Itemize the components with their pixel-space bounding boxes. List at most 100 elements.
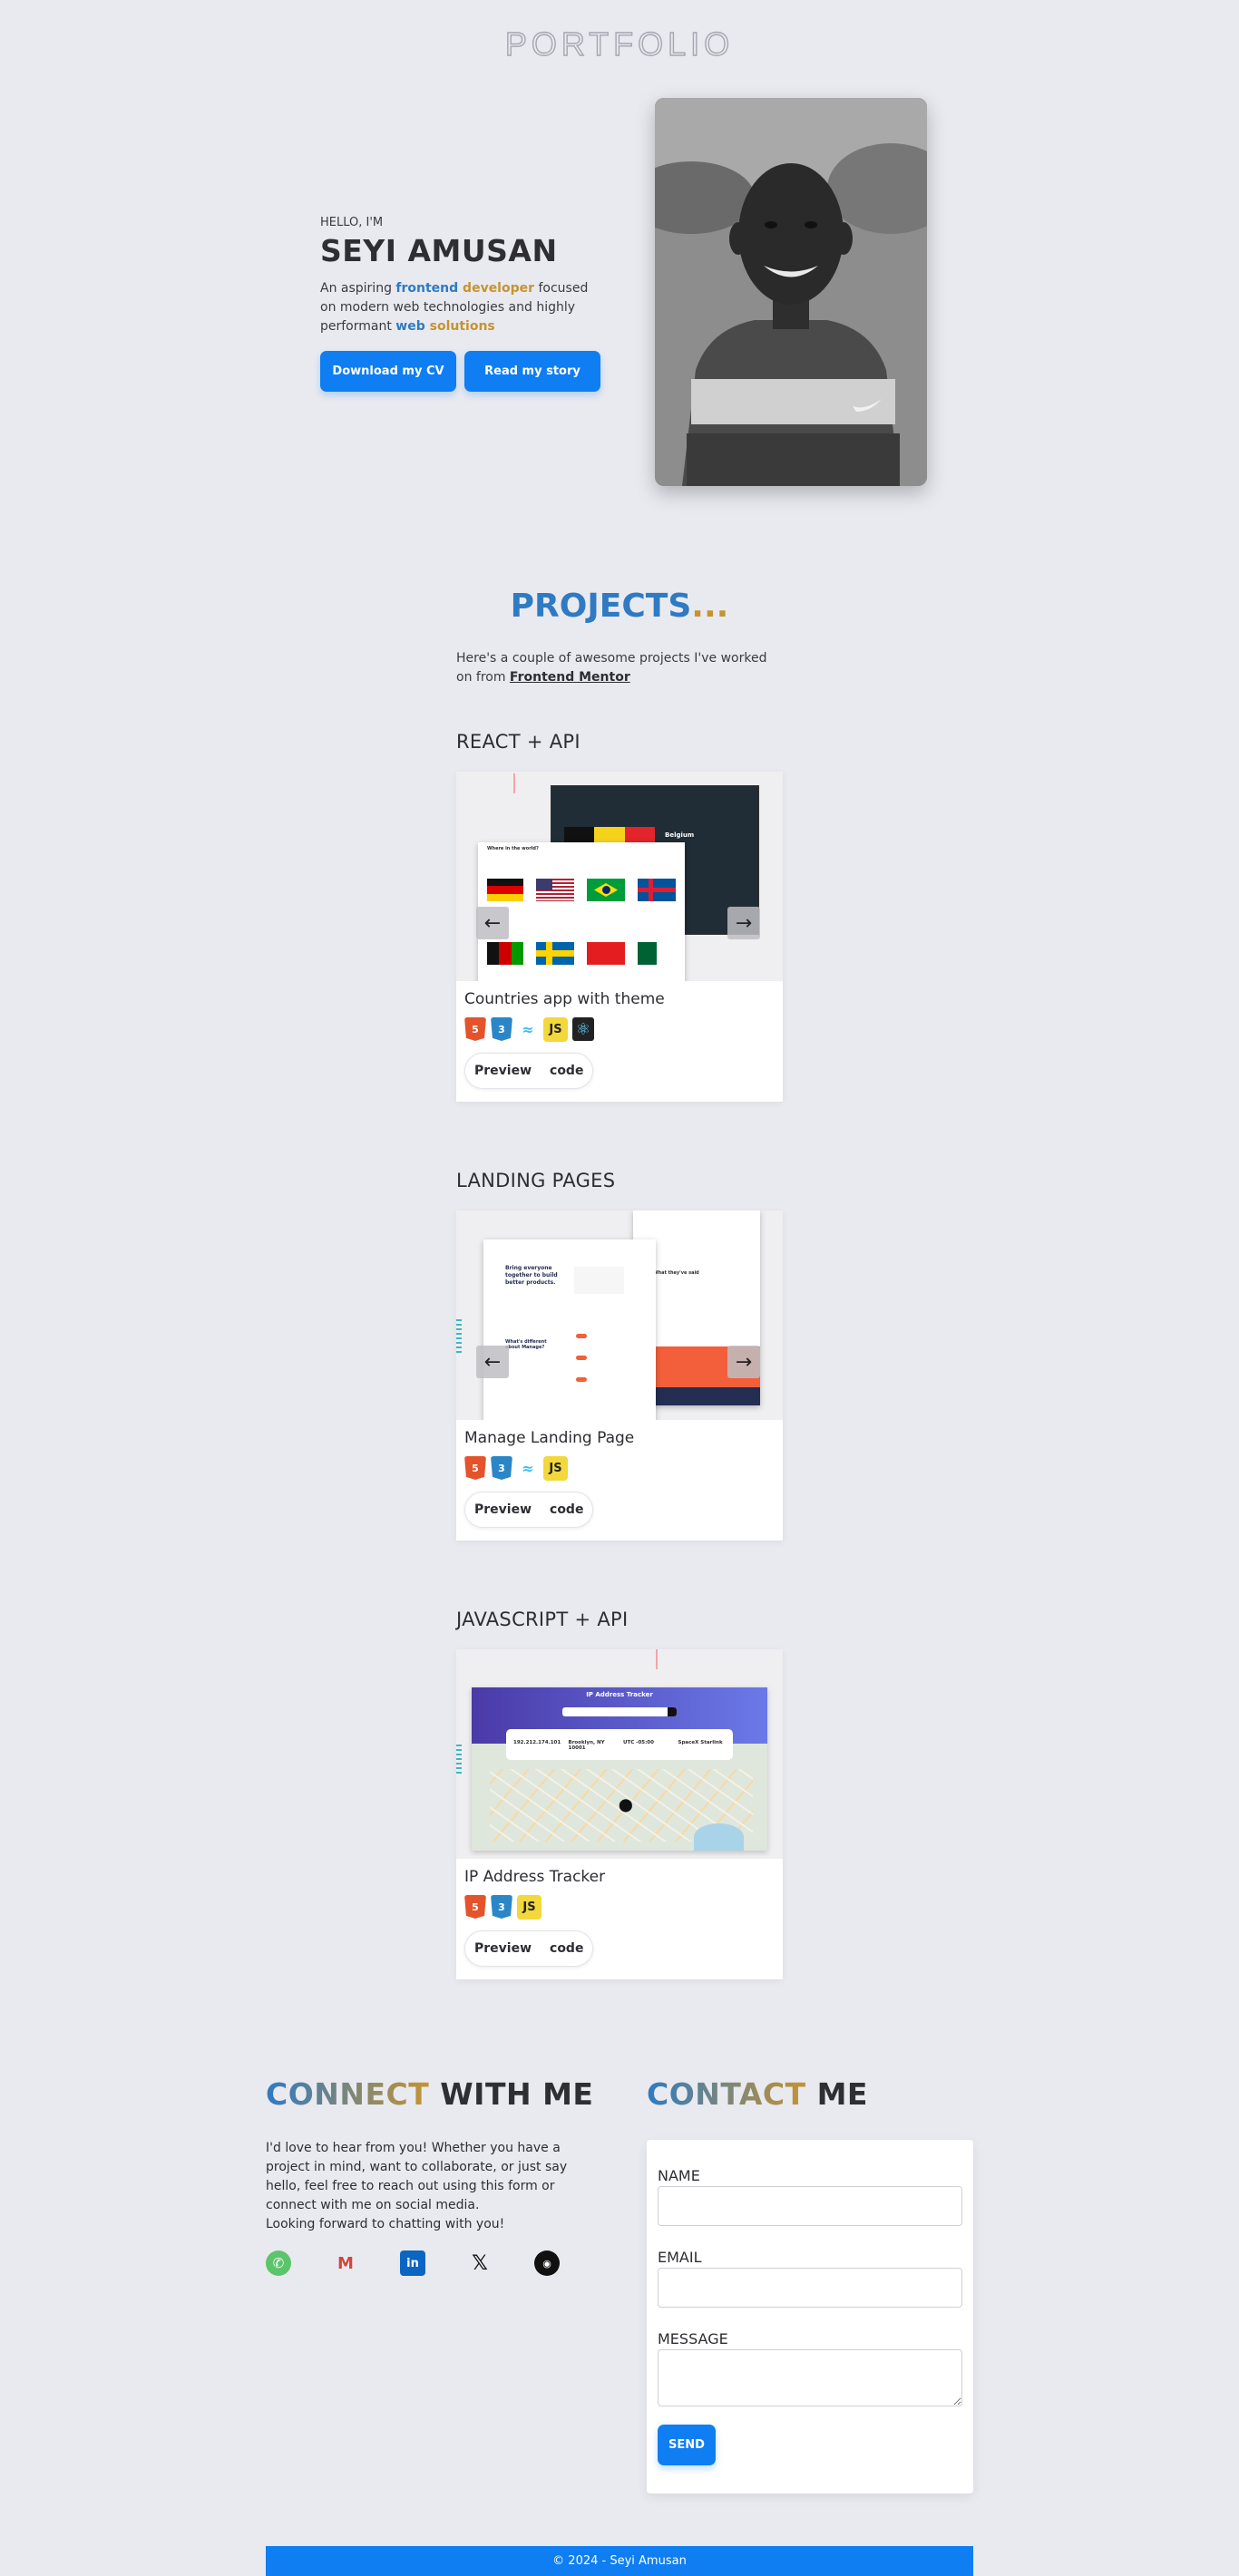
download-cv-button[interactable]: Download my CV bbox=[320, 351, 456, 392]
afghanistan-flag bbox=[487, 942, 523, 965]
preview-button[interactable]: Preview bbox=[465, 1931, 541, 1966]
countries-header: Where in the world? bbox=[487, 846, 539, 851]
category-title-react-api: REACT + API bbox=[456, 731, 580, 753]
arrow-right-icon: → bbox=[735, 1350, 753, 1374]
project-card-countries: Belgium Where in the world? ← → Countrie… bbox=[456, 772, 783, 1102]
html5-icon: 5 bbox=[464, 1895, 486, 1919]
manage-left-mock: Bring everyone together to build better … bbox=[483, 1239, 656, 1420]
gmail-icon[interactable]: M bbox=[333, 2250, 358, 2276]
code-button[interactable]: code bbox=[541, 1054, 592, 1088]
decorative-line bbox=[513, 773, 515, 793]
preview-button[interactable]: Preview bbox=[465, 1054, 541, 1088]
portfolio-logo: PORTFOLIO bbox=[504, 24, 735, 63]
manage-step-badge bbox=[576, 1377, 587, 1382]
hero-intro: HELLO, I'M SEYI AMUSAN An aspiring front… bbox=[320, 216, 610, 392]
profile-photo-illustration bbox=[655, 98, 927, 486]
carousel-next-button[interactable]: → bbox=[727, 907, 760, 939]
code-button[interactable]: code bbox=[541, 1492, 592, 1527]
project-title: IP Address Tracker bbox=[464, 1868, 606, 1886]
connect-text: I'd love to hear from you! Whether you h… bbox=[266, 2139, 583, 2234]
github-icon[interactable]: ◉ bbox=[534, 2250, 560, 2276]
ip-tracker-title: IP Address Tracker bbox=[586, 1691, 653, 1698]
countries-light-mock: Where in the world? bbox=[478, 842, 685, 981]
projects-heading: PROJECTS... bbox=[510, 588, 729, 625]
tech-stack: 5 3 JS bbox=[464, 1895, 775, 1920]
html5-icon: 5 bbox=[464, 1017, 486, 1041]
connect-heading: CONNECT WITH ME bbox=[266, 2076, 594, 2112]
tailwind-icon: ≈ bbox=[522, 1020, 534, 1038]
usa-flag bbox=[536, 879, 574, 901]
hero-buttons: Download my CV Read my story bbox=[320, 351, 610, 392]
tailwind-icon: ≈ bbox=[522, 1459, 534, 1477]
decorative-dots bbox=[456, 1745, 462, 1776]
css3-icon: 3 bbox=[491, 1895, 512, 1919]
project-card-body: Countries app with theme 5 3 ≈ JS ⚛ Prev… bbox=[456, 981, 783, 1102]
location-pin-icon: ⬤ bbox=[619, 1798, 633, 1813]
x-icon[interactable]: 𝕏 bbox=[467, 2250, 493, 2276]
name-label: NAME bbox=[658, 2167, 700, 2184]
project-screenshot-countries: Belgium Where in the world? ← → bbox=[456, 772, 783, 981]
map-water bbox=[694, 1823, 744, 1851]
manage-step-badge bbox=[576, 1356, 587, 1360]
message-field[interactable] bbox=[658, 2349, 962, 2406]
html5-icon: 5 bbox=[464, 1456, 486, 1480]
project-card-body: Manage Landing Page 5 3 ≈ JS Preview cod… bbox=[456, 1420, 783, 1541]
manage-illustration bbox=[574, 1267, 624, 1294]
connect-closing: Looking forward to chatting with you! bbox=[266, 2217, 505, 2231]
tech-stack: 5 3 ≈ JS bbox=[464, 1456, 775, 1481]
hero-greeting: HELLO, I'M bbox=[320, 216, 384, 229]
css3-icon: 3 bbox=[491, 1017, 512, 1041]
arrow-right-icon: → bbox=[735, 911, 753, 935]
project-card-body: IP Address Tracker 5 3 JS Preview code bbox=[456, 1859, 783, 1979]
category-title-javascript-api: JAVASCRIPT + API bbox=[456, 1609, 629, 1630]
css3-icon: 3 bbox=[491, 1456, 512, 1480]
connect-message: I'd love to hear from you! Whether you h… bbox=[266, 2141, 568, 2212]
project-card-ip-tracker: IP Address Tracker 192.212.174.101 Brook… bbox=[456, 1649, 783, 1979]
hero-name: SEYI AMUSAN bbox=[320, 233, 558, 268]
project-actions: Preview code bbox=[464, 1053, 594, 1089]
ip-location: Brooklyn, NY 10001 bbox=[568, 1740, 605, 1751]
react-icon: ⚛ bbox=[572, 1017, 594, 1041]
profile-photo bbox=[655, 98, 927, 486]
project-screenshot-manage: What they've said Bring everyone togethe… bbox=[456, 1210, 783, 1420]
arrow-left-icon: ← bbox=[483, 1350, 502, 1374]
ip-search-field bbox=[562, 1707, 677, 1716]
arrow-left-icon: ← bbox=[483, 911, 502, 935]
category-title-landing-pages: LANDING PAGES bbox=[456, 1170, 616, 1191]
project-card-manage: What they've said Bring everyone togethe… bbox=[456, 1210, 783, 1541]
preview-button[interactable]: Preview bbox=[465, 1492, 541, 1527]
ip-isp: SpaceX Starlink bbox=[678, 1740, 723, 1745]
hero-description: An aspiring frontend developer focused o… bbox=[320, 281, 589, 334]
manage-step-badge bbox=[576, 1334, 587, 1338]
projects-intro: Here's a couple of awesome projects I've… bbox=[456, 651, 767, 685]
country-detail-name: Belgium bbox=[665, 831, 695, 839]
carousel-prev-button[interactable]: ← bbox=[476, 907, 509, 939]
albania-flag bbox=[587, 942, 625, 965]
manage-headline: Bring everyone together to build better … bbox=[505, 1265, 558, 1286]
brazil-flag bbox=[587, 879, 625, 901]
decorative-line bbox=[656, 1649, 658, 1669]
whatsapp-icon[interactable]: ✆ bbox=[266, 2250, 291, 2276]
social-links: ✆ M in 𝕏 ◉ bbox=[266, 2250, 560, 2276]
code-button[interactable]: code bbox=[541, 1931, 592, 1966]
read-story-button[interactable]: Read my story bbox=[464, 351, 600, 392]
frontend-mentor-link[interactable]: Frontend Mentor bbox=[510, 670, 630, 685]
ip-tracker-mock: IP Address Tracker 192.212.174.101 Brook… bbox=[472, 1687, 767, 1851]
linkedin-icon[interactable]: in bbox=[400, 2250, 425, 2276]
project-title: Countries app with theme bbox=[464, 990, 665, 1008]
decorative-dots bbox=[456, 1319, 462, 1356]
carousel-next-button[interactable]: → bbox=[727, 1346, 760, 1378]
project-actions: Preview code bbox=[464, 1492, 594, 1528]
email-field[interactable] bbox=[658, 2268, 962, 2308]
aland-flag bbox=[536, 942, 574, 965]
germany-flag bbox=[487, 879, 523, 901]
carousel-prev-button[interactable]: ← bbox=[476, 1346, 509, 1378]
javascript-icon: JS bbox=[543, 1017, 568, 1042]
contact-heading: CONTACT ME bbox=[647, 2076, 868, 2112]
javascript-icon: JS bbox=[543, 1456, 568, 1481]
email-label: EMAIL bbox=[658, 2249, 702, 2266]
send-button[interactable]: SEND bbox=[658, 2425, 716, 2465]
project-actions: Preview code bbox=[464, 1930, 594, 1967]
name-field[interactable] bbox=[658, 2186, 962, 2226]
manage-quote-heading: What they've said bbox=[653, 1270, 699, 1276]
